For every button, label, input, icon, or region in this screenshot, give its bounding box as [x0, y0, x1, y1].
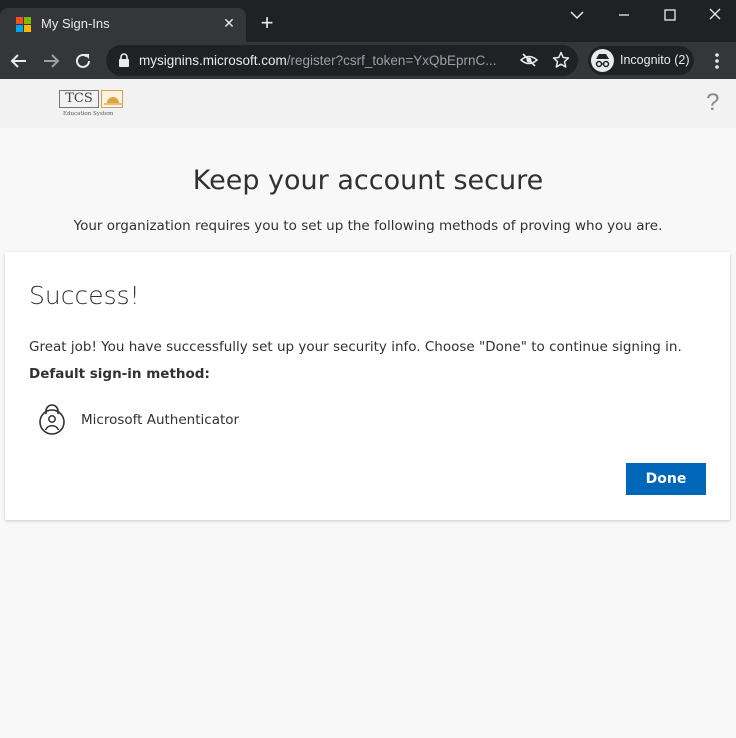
card-title: Success! [29, 281, 140, 310]
browser-tab[interactable]: My Sign-Ins ✕ [0, 8, 246, 42]
url-host: mysignins.microsoft.com [139, 53, 287, 68]
authenticator-lock-icon [38, 402, 66, 436]
url-path: /register?csrf_token=YxQbEprnC... [286, 53, 497, 68]
reload-icon[interactable] [70, 48, 96, 74]
tab-close-icon[interactable]: ✕ [220, 15, 238, 33]
logo-subtext: Education System [63, 111, 114, 117]
microsoft-logo-icon [16, 17, 32, 33]
third-party-cookies-blocked-eye-icon[interactable] [519, 52, 539, 72]
back-arrow-icon[interactable] [6, 48, 32, 74]
lock-icon[interactable] [118, 53, 130, 72]
incognito-label: Incognito (2) [620, 53, 690, 67]
incognito-indicator[interactable]: Incognito (2) [588, 46, 694, 75]
page-subtitle: Your organization requires you to set up… [73, 218, 663, 234]
tab-title: My Sign-Ins [41, 16, 110, 31]
maximize-window-icon[interactable] [658, 4, 682, 26]
tab-search-chevron-icon[interactable] [565, 4, 589, 26]
page-header: TCS Education System ? [0, 79, 736, 128]
done-button[interactable]: Done [626, 463, 706, 495]
new-tab-button[interactable]: + [256, 12, 278, 34]
page-title: Keep your account secure [192, 165, 544, 196]
sunrise-logo-icon [101, 90, 123, 108]
browser-toolbar: mysignins.microsoft.com/register?csrf_to… [0, 42, 736, 79]
browser-menu-icon[interactable] [708, 51, 726, 71]
url-text[interactable]: mysignins.microsoft.com/register?csrf_to… [139, 53, 504, 68]
success-message: Great job! You have successfully set up … [29, 339, 682, 355]
bookmark-star-icon[interactable] [552, 51, 570, 73]
minimize-window-icon[interactable] [612, 4, 636, 26]
close-window-icon[interactable] [703, 4, 727, 26]
success-card: Success! Great job! You have successfull… [5, 252, 730, 520]
incognito-icon [591, 49, 614, 72]
help-icon[interactable]: ? [706, 89, 719, 117]
default-method-label: Default sign-in method: [29, 366, 210, 382]
method-name: Microsoft Authenticator [81, 412, 240, 428]
browser-tab-strip: My Sign-Ins ✕ + [0, 0, 736, 42]
address-bar[interactable]: mysignins.microsoft.com/register?csrf_to… [106, 45, 578, 76]
forward-arrow-icon[interactable] [38, 48, 64, 74]
logo-text: TCS [59, 90, 99, 108]
organization-logo: TCS Education System [59, 88, 125, 120]
